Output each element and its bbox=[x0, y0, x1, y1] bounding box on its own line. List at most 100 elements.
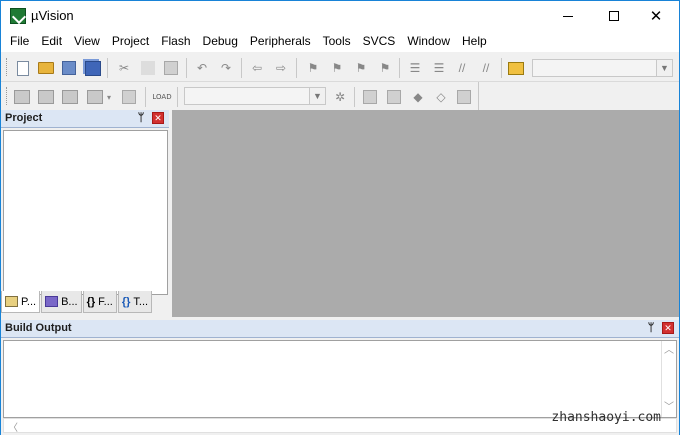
bookmark-insert-icon: ⚑ bbox=[307, 61, 319, 75]
toolbar-grip[interactable] bbox=[6, 58, 9, 76]
menu-edit[interactable]: Edit bbox=[35, 31, 68, 52]
save-button[interactable] bbox=[61, 60, 77, 76]
toolbar-separator bbox=[241, 58, 242, 78]
target-options-icon: ✲ bbox=[334, 90, 346, 104]
bookmark-next-icon: ⚑ bbox=[355, 61, 367, 75]
find-in-files-button[interactable] bbox=[508, 60, 524, 76]
toolbar-separator bbox=[177, 87, 178, 107]
pack-installer-button[interactable]: ◆ bbox=[410, 89, 426, 105]
build-output-text[interactable]: ︿ ﹀ bbox=[3, 340, 677, 418]
maximize-icon bbox=[609, 11, 619, 21]
save-all-icon bbox=[85, 60, 101, 76]
copy-icon bbox=[141, 61, 155, 75]
toolbar-separator bbox=[501, 58, 502, 78]
find-combo[interactable]: ▼ bbox=[532, 59, 673, 77]
batch-build-button[interactable] bbox=[87, 89, 103, 105]
cut-button[interactable]: ✂ bbox=[116, 60, 132, 76]
redo-button[interactable]: ↷ bbox=[218, 60, 234, 76]
close-icon[interactable]: ✕ bbox=[152, 112, 164, 124]
chevron-down-icon[interactable]: ▼ bbox=[656, 60, 672, 76]
indent-icon: ☰ bbox=[409, 61, 421, 75]
menu-file[interactable]: File bbox=[1, 31, 35, 52]
window-title: µVision bbox=[31, 8, 74, 23]
target-options-button[interactable]: ✲ bbox=[332, 89, 348, 105]
menu-window[interactable]: Window bbox=[401, 31, 456, 52]
scroll-left-icon[interactable]: 〈 bbox=[8, 419, 18, 434]
tab-functions[interactable]: {} F... bbox=[82, 291, 117, 313]
project-tab-icon bbox=[5, 296, 18, 307]
scroll-up-icon[interactable]: ︿ bbox=[662, 341, 676, 356]
copy-button[interactable] bbox=[140, 60, 156, 76]
rebuild-button[interactable] bbox=[62, 89, 78, 105]
menu-debug[interactable]: Debug bbox=[197, 31, 244, 52]
nav-forward-button[interactable]: ⇨ bbox=[273, 60, 289, 76]
unindent-button[interactable]: ☰ bbox=[431, 60, 447, 76]
main-window: µVision ✕ File Edit View Project Flash D… bbox=[0, 0, 680, 435]
project-panel: Project ᛘ ✕ P... B... {} F... {} T... bbox=[1, 110, 171, 317]
pin-icon[interactable]: ᛘ bbox=[135, 112, 147, 124]
stop-build-icon bbox=[122, 90, 136, 104]
download-button[interactable]: LOAD bbox=[152, 89, 172, 105]
pin-icon[interactable]: ᛘ bbox=[645, 322, 657, 334]
toolbar-separator bbox=[354, 87, 355, 107]
bookmark-clear-button[interactable]: ⚑ bbox=[377, 60, 393, 76]
open-file-icon bbox=[38, 62, 54, 74]
bookmark-prev-icon: ⚑ bbox=[331, 61, 343, 75]
tab-books[interactable]: B... bbox=[41, 291, 82, 313]
uncomment-button[interactable]: // bbox=[478, 60, 494, 76]
menu-view[interactable]: View bbox=[68, 31, 106, 52]
select-packs-button[interactable]: ◇ bbox=[433, 89, 449, 105]
save-all-button[interactable] bbox=[85, 60, 101, 76]
project-panel-title: Project bbox=[5, 112, 43, 124]
build-button[interactable] bbox=[38, 89, 54, 105]
minimize-button[interactable] bbox=[545, 1, 591, 31]
menu-peripherals[interactable]: Peripherals bbox=[244, 31, 317, 52]
menu-svcs[interactable]: SVCS bbox=[357, 31, 402, 52]
undo-button[interactable]: ↶ bbox=[194, 60, 210, 76]
tab-functions-label: F... bbox=[98, 295, 113, 308]
open-file-button[interactable] bbox=[38, 60, 54, 76]
menu-help[interactable]: Help bbox=[456, 31, 493, 52]
select-packs-icon: ◇ bbox=[436, 90, 446, 104]
toolbar-grip[interactable] bbox=[6, 87, 9, 105]
tab-templates-label: T... bbox=[133, 295, 149, 308]
tab-books-label: B... bbox=[61, 295, 78, 308]
vertical-scrollbar[interactable]: ︿ ﹀ bbox=[661, 341, 676, 417]
new-file-button[interactable] bbox=[15, 60, 31, 76]
templates-tab-icon: {} bbox=[121, 295, 131, 308]
file-extensions-button[interactable] bbox=[362, 89, 378, 105]
stop-build-button[interactable] bbox=[121, 89, 137, 105]
close-icon[interactable]: ✕ bbox=[662, 322, 674, 334]
menu-project[interactable]: Project bbox=[106, 31, 155, 52]
toolbar-separator bbox=[186, 58, 187, 78]
tab-templates[interactable]: {} T... bbox=[117, 291, 153, 313]
scroll-down-icon[interactable]: ﹀ bbox=[662, 398, 676, 413]
maximize-button[interactable] bbox=[591, 1, 637, 31]
bookmark-prev-button[interactable]: ⚑ bbox=[329, 60, 345, 76]
project-tree[interactable] bbox=[3, 130, 168, 295]
bookmark-clear-icon: ⚑ bbox=[379, 61, 391, 75]
editor-area[interactable] bbox=[172, 110, 679, 317]
comment-button[interactable]: // bbox=[454, 60, 470, 76]
tab-project[interactable]: P... bbox=[1, 291, 41, 313]
undo-icon: ↶ bbox=[196, 61, 208, 75]
build-output-title: Build Output bbox=[5, 322, 72, 334]
batch-build-dropdown[interactable]: ▾ bbox=[104, 89, 114, 105]
menu-flash[interactable]: Flash bbox=[155, 31, 196, 52]
file-toolbar: ✂ ↶ ↷ ⇦ ⇨ ⚑ ⚑ ⚑ ⚑ ☰ ☰ // // ▼ bbox=[1, 53, 679, 82]
indent-button[interactable]: ☰ bbox=[407, 60, 423, 76]
close-button[interactable]: ✕ bbox=[633, 1, 679, 31]
target-select[interactable]: ▼ bbox=[184, 87, 326, 105]
nav-forward-icon: ⇨ bbox=[275, 61, 287, 75]
batch-build-icon bbox=[87, 90, 103, 104]
bookmark-next-button[interactable]: ⚑ bbox=[353, 60, 369, 76]
translate-button[interactable] bbox=[14, 89, 30, 105]
nav-back-button[interactable]: ⇦ bbox=[249, 60, 265, 76]
menu-tools[interactable]: Tools bbox=[317, 31, 357, 52]
bookmark-insert-button[interactable]: ⚑ bbox=[305, 60, 321, 76]
build-toolbar: ▾ LOAD ▼ ✲ ◆ ◇ bbox=[1, 82, 479, 110]
pack-download-button[interactable] bbox=[456, 89, 472, 105]
manage-run-time-button[interactable] bbox=[386, 89, 402, 105]
paste-button[interactable] bbox=[163, 60, 179, 76]
chevron-down-icon[interactable]: ▼ bbox=[309, 88, 325, 104]
